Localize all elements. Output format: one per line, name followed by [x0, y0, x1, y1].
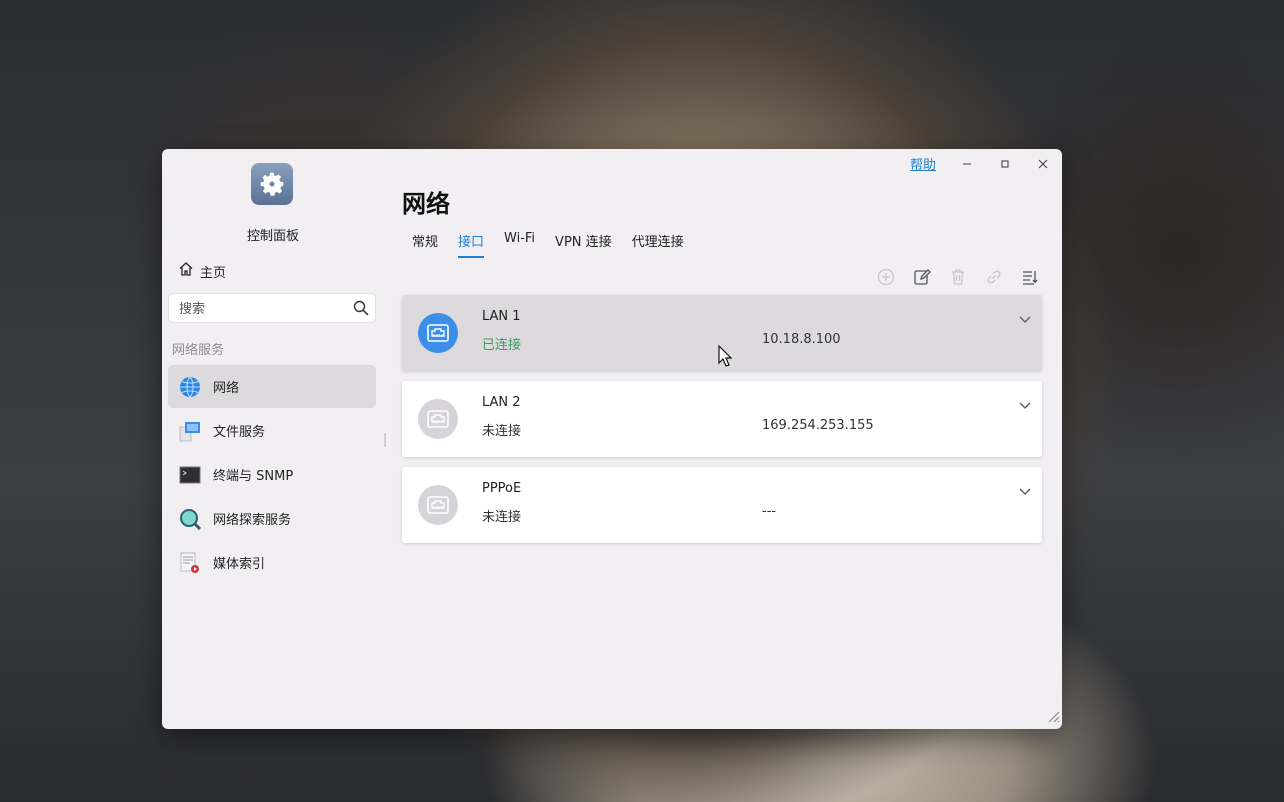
- interface-card-lan2[interactable]: LAN 2 未连接 169.254.253.155: [402, 381, 1042, 457]
- interface-status: 未连接: [482, 424, 522, 439]
- tab-wifi[interactable]: Wi-Fi: [504, 231, 535, 258]
- interface-name: PPPoE: [482, 481, 522, 496]
- sidebar-item-label: 媒体索引: [213, 557, 266, 572]
- tab-vpn[interactable]: VPN 连接: [555, 231, 612, 258]
- app-title: 控制面板: [246, 229, 299, 244]
- tab-bar: 常规 接口 Wi-Fi VPN 连接 代理连接: [412, 231, 684, 258]
- tab-general[interactable]: 常规: [412, 231, 438, 258]
- tab-interface[interactable]: 接口: [458, 231, 485, 258]
- interface-ip: 169.254.253.155: [762, 418, 874, 433]
- sidebar-item-media-index[interactable]: 媒体索引: [168, 541, 376, 584]
- sidebar-item-label: 网络: [213, 381, 240, 396]
- interface-card-pppoe[interactable]: PPPoE 未连接 ---: [402, 467, 1042, 543]
- ethernet-port-icon: [418, 485, 458, 525]
- main-content: 网络 常规 接口 Wi-Fi VPN 连接 代理连接 LAN 1 已连接 10.…: [402, 149, 1062, 729]
- control-panel-window: 控制面板 主页 网络服务 网络: [162, 149, 1062, 729]
- search-icon[interactable]: [353, 300, 369, 320]
- interface-name: LAN 2: [482, 395, 521, 410]
- link-icon[interactable]: [984, 267, 1004, 287]
- tab-proxy[interactable]: 代理连接: [632, 231, 684, 258]
- edit-icon[interactable]: [912, 267, 932, 287]
- window-controls: 帮助: [910, 154, 1052, 173]
- mouse-cursor-icon: [718, 344, 733, 371]
- file-service-icon: [178, 419, 202, 443]
- interface-name: LAN 1: [482, 309, 521, 324]
- sidebar-item-file-service[interactable]: 文件服务: [168, 409, 376, 452]
- add-icon[interactable]: [876, 267, 896, 287]
- close-icon[interactable]: [1034, 155, 1052, 173]
- chevron-down-icon[interactable]: [1018, 397, 1032, 416]
- media-index-icon: [178, 551, 202, 575]
- search-box: [168, 293, 376, 324]
- home-label: 主页: [200, 265, 227, 281]
- search-input[interactable]: [177, 294, 351, 324]
- sidebar-item-label: 文件服务: [213, 425, 266, 440]
- globe-icon: [178, 375, 202, 399]
- page-title: 网络: [402, 190, 450, 218]
- interface-status: 已连接: [482, 338, 522, 353]
- sidebar-item-label: 终端与 SNMP: [213, 469, 294, 484]
- interface-toolbar: [876, 267, 1040, 287]
- sidebar-item-terminal-snmp[interactable]: 终端与 SNMP: [168, 453, 376, 496]
- resize-grip-icon[interactable]: [1046, 708, 1060, 727]
- sidebar-item-network-discovery[interactable]: 网络探索服务: [168, 497, 376, 540]
- delete-icon[interactable]: [948, 267, 968, 287]
- control-panel-gear-icon: [251, 163, 293, 205]
- minimize-icon[interactable]: [958, 155, 976, 173]
- home-link[interactable]: 主页: [178, 261, 226, 281]
- sidebar-item-network[interactable]: 网络: [168, 365, 376, 408]
- sort-icon[interactable]: [1020, 267, 1040, 287]
- interface-status: 未连接: [482, 510, 522, 525]
- sidebar-nav: 网络 文件服务 终端与 SNMP 网络探索服务 媒体索引: [168, 365, 376, 585]
- sidebar: 控制面板 主页 网络服务 网络: [162, 149, 384, 729]
- terminal-icon: [178, 463, 202, 487]
- interface-ip: ---: [762, 504, 777, 519]
- network-discovery-icon: [178, 507, 202, 531]
- chevron-down-icon[interactable]: [1018, 483, 1032, 502]
- sidebar-item-label: 网络探索服务: [213, 513, 292, 528]
- ethernet-port-icon: [418, 313, 458, 353]
- ethernet-port-icon: [418, 399, 458, 439]
- sidebar-splitter[interactable]: [384, 433, 386, 447]
- section-label-network-services: 网络服务: [172, 343, 225, 358]
- help-link[interactable]: 帮助: [910, 154, 936, 173]
- home-icon: [178, 261, 194, 281]
- maximize-icon[interactable]: [996, 155, 1014, 173]
- interface-ip: 10.18.8.100: [762, 332, 841, 347]
- chevron-down-icon[interactable]: [1018, 311, 1032, 330]
